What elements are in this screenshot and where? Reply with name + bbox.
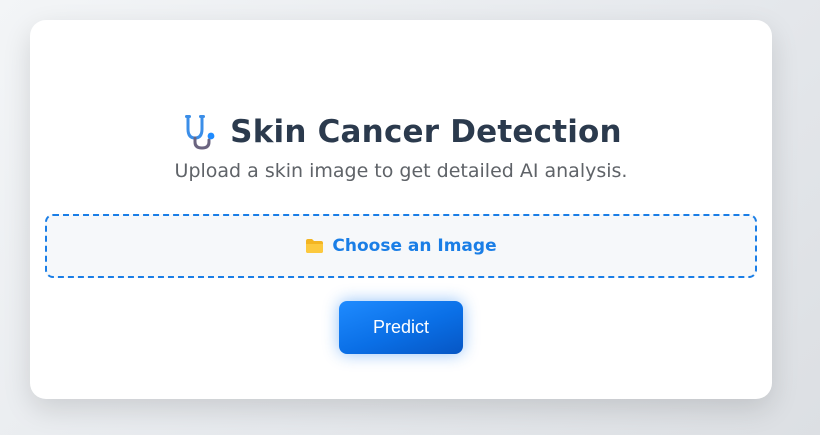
main-card: Skin Cancer Detection Upload a skin imag…	[30, 20, 772, 399]
header: Skin Cancer Detection	[30, 108, 772, 156]
predict-button[interactable]: Predict	[339, 301, 463, 354]
folder-icon	[306, 239, 324, 253]
choose-image-upload[interactable]: Choose an Image	[45, 214, 757, 278]
page-title: Skin Cancer Detection	[230, 114, 622, 150]
choose-image-label: Choose an Image	[332, 236, 497, 256]
stethoscope-icon	[185, 115, 215, 150]
page-subtitle: Upload a skin image to get detailed AI a…	[174, 160, 628, 182]
